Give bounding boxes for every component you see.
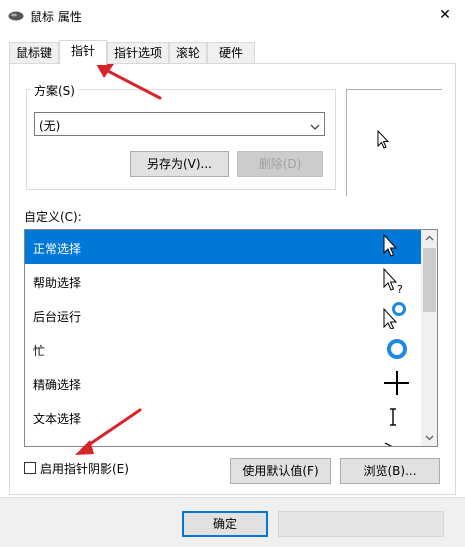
cursor-preview xyxy=(346,89,442,196)
busy-cursor-icon xyxy=(381,335,409,363)
list-item-label: 文本选择 xyxy=(33,412,82,426)
browse-label: 浏览(B)... xyxy=(363,464,417,478)
tab-pointer-options[interactable]: 指针选项 xyxy=(107,42,169,64)
list-item-label: 精确选择 xyxy=(33,378,82,392)
list-item-label: 忙 xyxy=(33,344,46,358)
list-item-label: 帮助选择 xyxy=(33,276,82,290)
scroll-thumb[interactable] xyxy=(423,248,436,312)
list-item[interactable]: 后台运行 xyxy=(25,298,421,332)
browse-button[interactable]: 浏览(B)... xyxy=(340,458,440,484)
checkbox-box[interactable] xyxy=(24,462,36,474)
title-bar: 鼠标 属性 ✕ xyxy=(0,0,465,32)
tab-label: 指针 xyxy=(70,44,95,58)
chevron-down-icon xyxy=(425,435,434,441)
close-button[interactable]: ✕ xyxy=(426,0,464,30)
tab-hardware[interactable]: 硬件 xyxy=(207,42,255,64)
chevron-up-icon xyxy=(425,235,434,241)
list-item[interactable]: 精确选择 xyxy=(25,366,421,400)
list-item[interactable]: 正常选择 xyxy=(25,230,421,264)
tab-label: 指针选项 xyxy=(113,46,162,60)
tab-label: 滚轮 xyxy=(175,46,200,60)
ok-button[interactable]: 确定 xyxy=(182,511,268,537)
use-default-button[interactable]: 使用默认值(F) xyxy=(230,458,331,484)
list-scrollbar[interactable] xyxy=(421,230,437,446)
delete-label: 删除(D) xyxy=(258,157,302,171)
list-item[interactable] xyxy=(25,434,421,446)
pointer-shadow-label: 启用指针阴影(E) xyxy=(40,462,129,476)
delete-button[interactable]: 删除(D) xyxy=(237,151,323,177)
use-default-label: 使用默认值(F) xyxy=(242,464,319,478)
tab-mouse-buttons[interactable]: 鼠标键 xyxy=(9,42,59,64)
customize-label: 自定义(C): xyxy=(24,210,82,224)
scroll-up-button[interactable] xyxy=(421,230,437,247)
working-in-background-cursor-icon xyxy=(381,301,409,330)
list-item-label: 正常选择 xyxy=(33,242,82,256)
list-item[interactable]: 帮助选择 ? xyxy=(25,264,421,298)
list-item[interactable]: 忙 xyxy=(25,332,421,366)
save-as-label: 另存为(V)... xyxy=(146,157,213,171)
arrow-cursor-icon xyxy=(381,233,409,261)
window-title: 鼠标 属性 xyxy=(30,10,82,24)
tab-wheel[interactable]: 滚轮 xyxy=(169,42,207,64)
ok-label: 确定 xyxy=(212,517,237,531)
crosshair-cursor-icon xyxy=(381,369,410,397)
cursor-list[interactable]: 正常选择 帮助选择 ? 后台运行 忙 精确选择 文本选择 xyxy=(24,229,438,447)
list-item[interactable]: 文本选择 xyxy=(25,400,421,434)
close-icon: ✕ xyxy=(439,7,451,23)
scheme-dropdown[interactable]: (无) xyxy=(34,112,325,136)
scheme-label: 方案(S) xyxy=(31,82,78,99)
list-item-label: 后台运行 xyxy=(33,310,82,324)
svg-text:?: ? xyxy=(397,283,403,295)
save-as-button[interactable]: 另存为(V)... xyxy=(130,151,229,177)
handwriting-cursor-icon xyxy=(381,437,409,446)
chevron-down-icon xyxy=(310,120,320,130)
tab-label: 硬件 xyxy=(218,46,243,60)
scroll-down-button[interactable] xyxy=(421,429,437,446)
arrow-cursor-icon xyxy=(377,129,391,153)
cancel-button[interactable] xyxy=(278,511,444,537)
text-select-cursor-icon xyxy=(381,403,409,431)
tab-pointers[interactable]: 指针 xyxy=(59,40,107,65)
help-cursor-icon: ? xyxy=(381,267,409,296)
tab-label: 鼠标键 xyxy=(15,46,52,60)
mouse-app-icon xyxy=(8,10,24,22)
scheme-selected-value: (无) xyxy=(39,119,61,133)
